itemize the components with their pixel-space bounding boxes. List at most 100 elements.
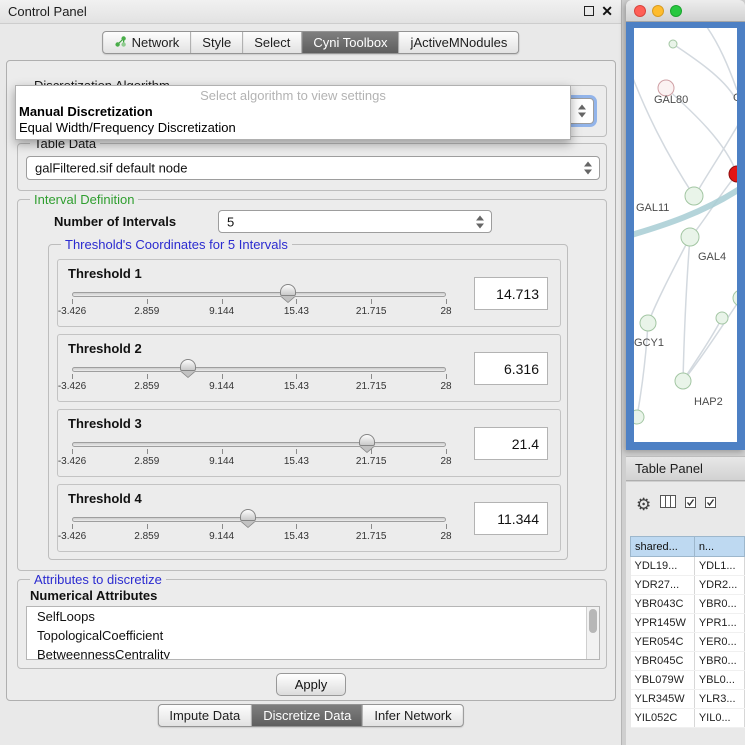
threshold-1-value-field[interactable]: 14.713 (474, 277, 548, 310)
table-row[interactable]: YDR27...YDR2... (631, 576, 745, 595)
table-panel-toolbar: ⚙ (626, 492, 745, 516)
column-header-name[interactable]: n... (694, 537, 744, 557)
float-window-icon[interactable] (584, 6, 594, 16)
table-data-selected-value: galFiltered.sif default node (35, 161, 187, 176)
table-row[interactable]: YDL19...YDL1... (631, 557, 745, 576)
slider-thumb[interactable] (180, 359, 196, 371)
threshold-4-box: Threshold 4 -3.4262.8599.14415.4321.7152… (57, 484, 561, 552)
list-scrollbar[interactable] (586, 607, 599, 659)
network-node[interactable] (675, 373, 691, 389)
tab-style[interactable]: Style (190, 32, 242, 53)
network-node[interactable] (681, 228, 699, 246)
table-cell[interactable]: YER054C (631, 633, 695, 652)
tab-impute-data[interactable]: Impute Data (158, 705, 251, 726)
cyni-bottom-tabs: Impute Data Discretize Data Infer Networ… (157, 704, 463, 727)
table-row[interactable]: YPR145WYPR1... (631, 614, 745, 633)
thresholds-group: Threshold's Coordinates for 5 Intervals … (48, 244, 568, 560)
table-row[interactable]: YLR345WYLR3... (631, 690, 745, 709)
threshold-2-slider[interactable]: -3.4262.8599.14415.4321.71528 (72, 359, 446, 399)
network-node[interactable] (634, 410, 644, 424)
tab-infer-network[interactable]: Infer Network (362, 705, 462, 726)
threshold-3-slider[interactable]: -3.4262.8599.14415.4321.71528 (72, 434, 446, 474)
table-cell[interactable]: YBR0... (694, 595, 744, 614)
tab-cyni-toolbox-label: Cyni Toolbox (313, 35, 387, 50)
network-node[interactable] (640, 315, 656, 331)
slider-track[interactable] (72, 442, 446, 447)
threshold-2-value-field[interactable]: 6.316 (474, 352, 548, 385)
table-cell[interactable]: YPR145W (631, 614, 695, 633)
numerical-attributes-list[interactable]: SelfLoopsTopologicalCoefficientBetweenne… (26, 606, 600, 660)
table-cell[interactable]: YBR0... (694, 652, 744, 671)
unselect-checkbox-icon[interactable] (705, 495, 716, 513)
column-header-shared-name[interactable]: shared... (631, 537, 695, 557)
tab-network[interactable]: Network (103, 32, 191, 53)
slider-thumb[interactable] (280, 284, 296, 296)
table-data-select[interactable]: galFiltered.sif default node (26, 156, 600, 180)
threshold-3-value-field[interactable]: 21.4 (474, 427, 548, 460)
attribute-list-item[interactable]: SelfLoops (27, 607, 599, 626)
network-node[interactable] (669, 40, 677, 48)
slider-track[interactable] (72, 367, 446, 372)
table-row[interactable]: YBR045CYBR0... (631, 652, 745, 671)
table-cell[interactable]: YIL052C (631, 709, 695, 728)
threshold-4-value-field[interactable]: 11.344 (474, 502, 548, 535)
slider-scale-label: 21.715 (356, 306, 387, 317)
table-cell[interactable]: YIL0... (694, 709, 744, 728)
slider-scale-label: 21.715 (356, 456, 387, 467)
table-cell[interactable]: YER0... (694, 633, 744, 652)
threshold-4-slider[interactable]: -3.4262.8599.14415.4321.71528 (72, 509, 446, 549)
dropdown-option-manual-discretization[interactable]: Manual Discretization (16, 104, 570, 120)
tab-discretize-data[interactable]: Discretize Data (251, 705, 362, 726)
network-node[interactable] (685, 187, 703, 205)
slider-tick (446, 524, 447, 529)
threshold-1-slider[interactable]: -3.4262.8599.14415.4321.71528 (72, 284, 446, 324)
slider-track[interactable] (72, 292, 446, 297)
table-row[interactable]: YBL079WYBL0... (631, 671, 745, 690)
minimize-traffic-light[interactable] (652, 5, 664, 17)
slider-scale-label: -3.426 (58, 531, 86, 542)
tab-select[interactable]: Select (242, 32, 301, 53)
table-cell[interactable]: YBR043C (631, 595, 695, 614)
table-row[interactable]: YIL052CYIL0... (631, 709, 745, 728)
slider-thumb[interactable] (240, 509, 256, 521)
number-of-intervals-select[interactable]: 5 (218, 210, 492, 233)
table-cell[interactable]: YBL0... (694, 671, 744, 690)
attribute-list-item[interactable]: BetweennessCentrality (27, 645, 599, 660)
attribute-list-item[interactable]: TopologicalCoefficient (27, 626, 599, 645)
tab-jactivemnodules[interactable]: jActiveMNodules (399, 32, 519, 53)
close-traffic-light[interactable] (634, 5, 646, 17)
table-cell[interactable]: YPR1... (694, 614, 744, 633)
network-node[interactable] (729, 166, 737, 182)
network-node[interactable] (716, 312, 728, 324)
table-cell[interactable]: YLR345W (631, 690, 695, 709)
network-node[interactable] (733, 290, 737, 306)
zoom-traffic-light[interactable] (670, 5, 682, 17)
table-cell[interactable]: YLR3... (694, 690, 744, 709)
list-scrollbar-thumb[interactable] (589, 609, 597, 633)
slider-tick (296, 524, 297, 529)
slider-tick (371, 374, 372, 379)
tab-style-label: Style (202, 35, 231, 50)
network-view-frame: GAL80GAGAL11GAL4GCY1HAP2 (626, 22, 745, 450)
table-cell[interactable]: YDL1... (694, 557, 744, 576)
number-of-intervals-value: 5 (227, 214, 234, 229)
table-cell[interactable]: YDR2... (694, 576, 744, 595)
apply-button[interactable]: Apply (276, 673, 346, 696)
table-row[interactable]: YER054CYER0... (631, 633, 745, 652)
columns-icon[interactable] (660, 495, 676, 513)
close-icon[interactable]: ✕ (601, 3, 613, 20)
table-cell[interactable]: YDL19... (631, 557, 695, 576)
network-canvas[interactable]: GAL80GAGAL11GAL4GCY1HAP2 (634, 28, 737, 442)
dropdown-option-equal-width-frequency[interactable]: Equal Width/Frequency Discretization (16, 120, 570, 136)
select-all-checkbox-icon[interactable] (685, 495, 696, 513)
table-cell[interactable]: YBL079W (631, 671, 695, 690)
slider-scale-label: 28 (440, 456, 451, 467)
slider-scale-label: 15.43 (284, 456, 309, 467)
slider-track[interactable] (72, 517, 446, 522)
table-cell[interactable]: YDR27... (631, 576, 695, 595)
gear-icon[interactable]: ⚙ (636, 496, 651, 513)
slider-thumb[interactable] (359, 434, 375, 446)
table-row[interactable]: YBR043CYBR0... (631, 595, 745, 614)
tab-cyni-toolbox[interactable]: Cyni Toolbox (301, 32, 398, 53)
table-cell[interactable]: YBR045C (631, 652, 695, 671)
